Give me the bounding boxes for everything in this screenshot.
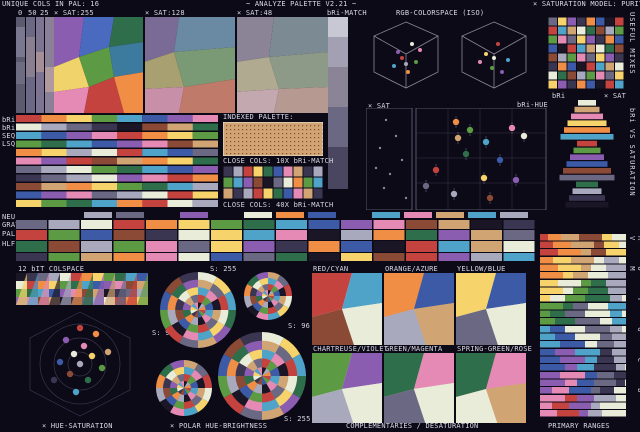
complementaries-footer: COMPLEMENTARIES / DESATURATION bbox=[346, 422, 479, 430]
colspace-strip bbox=[16, 273, 148, 305]
hue-saturation-footer: × HUE-SATURATION bbox=[42, 422, 113, 430]
rgb-colorspace-cubes bbox=[373, 21, 527, 89]
polar-wheels bbox=[156, 272, 306, 420]
sequence-bars bbox=[16, 115, 218, 207]
unique-cols-label: UNIQUE COLS IN PAL: 16 bbox=[2, 0, 100, 8]
saturation-model-label[interactable]: × SATURATION MODEL: PURITY bbox=[533, 0, 640, 8]
hue-saturation-hex bbox=[29, 311, 131, 417]
hlf-label: HLF bbox=[2, 240, 16, 248]
palette-swatch-rows bbox=[16, 212, 535, 261]
bri-label-2: bRi bbox=[2, 124, 16, 132]
colspace-label: 12 bIT COLSPACE bbox=[18, 265, 85, 273]
x-sat-label-right: × SAT bbox=[604, 92, 627, 100]
sat-label-25: 25 bbox=[40, 9, 49, 17]
roygcbvm-label: R O Y G C B V M bbox=[628, 236, 640, 404]
neu-label: NEU bbox=[2, 213, 16, 221]
sat-label-48: × SAT:48 bbox=[237, 9, 273, 17]
bri-hue-scatter bbox=[366, 108, 547, 210]
close-cols-10x-grid bbox=[223, 166, 323, 199]
bri-vs-saturation-label: bRi VS SATURATION bbox=[628, 108, 636, 197]
complementaries-panels bbox=[312, 273, 526, 423]
useful-mixes-grid bbox=[548, 17, 624, 89]
saturation-voronoi-panels bbox=[54, 17, 328, 113]
bri-vs-saturation-bars bbox=[559, 100, 615, 208]
bri-match-label: bRi-MATCH bbox=[327, 9, 367, 17]
primary-ranges bbox=[540, 234, 626, 417]
seq-label: SEQ bbox=[2, 132, 16, 140]
sat-label-255: × SAT:255 bbox=[54, 9, 94, 17]
useful-mixes-label: USEFUL MIXES bbox=[628, 12, 636, 75]
analyze-palette-window: UNIQUE COLS IN PAL: 16 ~ ANALYZE PALETTE… bbox=[0, 0, 640, 432]
polar-footer: × POLAR HUE-BRIGHTNESS bbox=[170, 422, 268, 430]
sat-label-0: 0 bbox=[18, 9, 23, 17]
sat-label-128: × SAT:128 bbox=[145, 9, 185, 17]
bri-label-1: bRi bbox=[2, 116, 16, 124]
app-title: ~ ANALYZE PALETTE V2.21 ~ bbox=[246, 0, 357, 8]
sat-stripes-left bbox=[16, 17, 54, 113]
indexed-palette-grid bbox=[223, 122, 323, 156]
close-cols-10x-label: CLOSE COLS: 10X bRi-MATCH bbox=[223, 157, 334, 165]
pal-label: PAL bbox=[2, 230, 16, 238]
primary-ranges-footer: PRIMARY RANGES bbox=[548, 422, 610, 430]
pair-label-orange-azure: ORANGE/AZURE bbox=[385, 265, 438, 273]
pair-label-yellow-blue: YELLOW/BLUE bbox=[457, 265, 506, 273]
pair-label-red-cyan: RED/CYAN bbox=[313, 265, 349, 273]
indexed-palette-label: INDEXED PALETTE: bbox=[223, 113, 294, 121]
lsq-label: LSQ bbox=[2, 140, 16, 148]
bri-label-right: bRi bbox=[552, 92, 566, 100]
close-cols-40x-label: CLOSE COLS: 40X bRi-MATCH bbox=[223, 201, 334, 209]
rgb-colorspace-label: RGB-COLORSPACE (ISO) bbox=[396, 9, 485, 17]
sat-label-50: 50 bbox=[28, 9, 37, 17]
